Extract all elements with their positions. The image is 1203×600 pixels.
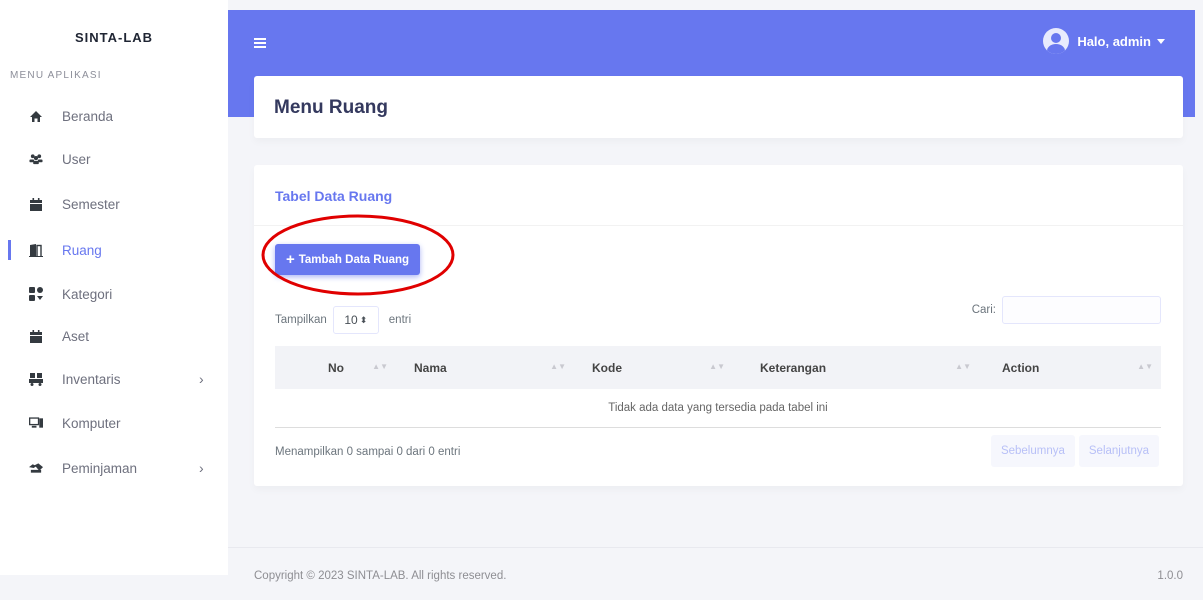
column-header-no[interactable]: No ▲▼ [275, 346, 396, 389]
sidebar-item-label: Aset [62, 328, 90, 344]
sort-updown-icon: ⬍ [359, 314, 368, 325]
previous-page-button[interactable]: Sebelumnya [990, 435, 1075, 467]
table-row: Tidak ada data yang tersedia pada tabel … [275, 389, 1161, 428]
column-header-kode[interactable]: Kode ▲▼ [574, 346, 733, 389]
home-icon [29, 109, 43, 123]
sidebar-item-label: Kategori [62, 286, 113, 302]
user-greeting: Halo, admin [1077, 33, 1151, 49]
sidebar-item-user[interactable]: User [0, 141, 228, 177]
avatar [1043, 28, 1070, 54]
room-table: No ▲▼ Nama ▲▼ Kode ▲▼ Keterangan ▲▼ Action ▲▼… [275, 346, 1161, 428]
sidebar-item-semester[interactable]: Semester [0, 186, 228, 222]
sort-icon: ▲▼ [955, 362, 971, 371]
data-card: Tabel Data Ruang + Tambah Data Ruang Tam… [254, 165, 1183, 486]
sidebar-item-inventaris[interactable]: Inventaris › [0, 361, 228, 397]
sidebar-item-label: User [62, 151, 91, 167]
card-title: Tabel Data Ruang [275, 188, 393, 204]
search-input[interactable] [1002, 296, 1161, 324]
column-header-action[interactable]: Action ▲▼ [979, 346, 1161, 389]
sidebar-item-beranda[interactable]: Beranda [0, 98, 228, 134]
computer-icon [29, 416, 43, 430]
sidebar: SINTA-LAB MENU APLIKASI Beranda User Sem… [0, 0, 228, 575]
length-prefix: Tampilkan [275, 314, 327, 326]
dolly-icon [29, 372, 43, 386]
page-title: Menu Ruang [274, 97, 388, 118]
sidebar-item-label: Peminjaman [62, 460, 138, 476]
sidebar-item-ruang[interactable]: Ruang [0, 232, 228, 268]
add-room-button-label: Tambah Data Ruang [298, 253, 410, 266]
footer-version: 1.0.0 [1157, 570, 1183, 582]
user-dropdown[interactable]: Halo, admin [1043, 28, 1165, 54]
tags-icon [29, 287, 43, 301]
hamburger-menu-icon[interactable] [254, 38, 266, 48]
length-suffix: entri [388, 314, 412, 326]
sidebar-item-label: Semester [62, 196, 120, 212]
sidebar-item-kategori[interactable]: Kategori [0, 276, 228, 312]
caret-down-icon [1157, 38, 1165, 44]
next-page-button[interactable]: Selanjutnya [1078, 435, 1159, 467]
footer-divider [228, 547, 1203, 548]
page-length-value: 10 [344, 313, 358, 327]
plus-icon: + [285, 251, 295, 268]
sort-icon: ▲▼ [372, 362, 388, 371]
sidebar-item-label: Inventaris [62, 371, 121, 387]
pagination: Sebelumnya Selanjutnya [987, 435, 1159, 467]
column-header-keterangan[interactable]: Keterangan ▲▼ [733, 346, 979, 389]
card-header: Tabel Data Ruang [254, 165, 1183, 226]
sort-icon: ▲▼ [550, 362, 566, 371]
chevron-right-icon: › [199, 460, 204, 476]
sidebar-item-peminjaman[interactable]: Peminjaman › [0, 450, 228, 486]
table-info: Menampilkan 0 sampai 0 dari 0 entri [275, 446, 461, 458]
sidebar-gap [0, 575, 228, 600]
add-room-button[interactable]: + Tambah Data Ruang [275, 244, 420, 275]
sidebar-item-label: Komputer [62, 415, 121, 431]
door-icon [29, 243, 43, 257]
sidebar-item-aset[interactable]: Aset [0, 318, 228, 354]
box-icon [29, 329, 43, 343]
search-control: Cari: [972, 296, 1161, 324]
menu-heading: MENU APLIKASI [10, 70, 102, 81]
column-header-nama[interactable]: Nama ▲▼ [396, 346, 574, 389]
chevron-right-icon: › [199, 371, 204, 387]
sidebar-item-label: Beranda [62, 108, 114, 124]
search-label: Cari: [971, 304, 996, 316]
brand-logo[interactable]: SINTA-LAB [0, 30, 228, 45]
sidebar-item-komputer[interactable]: Komputer [0, 405, 228, 441]
sort-icon: ▲▼ [709, 362, 725, 371]
page-length-control: Tampilkan 10 ⬍ entri [275, 306, 411, 334]
sidebar-item-label: Ruang [62, 242, 102, 258]
table-header-row: No ▲▼ Nama ▲▼ Kode ▲▼ Keterangan ▲▼ Action ▲▼ [275, 346, 1161, 389]
footer-copyright: Copyright © 2023 SINTA-LAB. All rights r… [254, 570, 507, 582]
page-length-select[interactable]: 10 ⬍ [332, 306, 379, 334]
empty-table-message: Tidak ada data yang tersedia pada tabel … [275, 389, 1161, 428]
calendar-icon [29, 197, 43, 211]
page-header: Menu Ruang [254, 76, 1183, 138]
sort-icon: ▲▼ [1137, 362, 1153, 371]
handshake-icon [29, 461, 43, 475]
users-icon [29, 152, 43, 166]
